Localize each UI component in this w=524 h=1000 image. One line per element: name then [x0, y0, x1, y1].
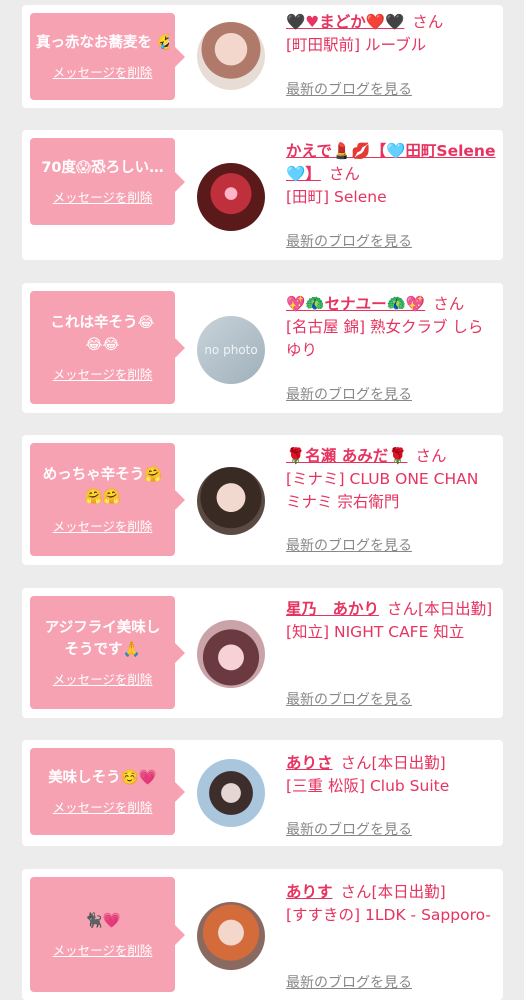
cast-name-link[interactable]: ありす [286, 883, 333, 901]
profile-info: 💖🦚セナユー🦚💖 さん [名古屋 錦] 熟女クラブ しらゆり [286, 293, 498, 362]
latest-blog-link[interactable]: 最新のブログを見る [286, 972, 412, 992]
delete-message-link[interactable]: メッセージを削除 [53, 797, 153, 816]
latest-blog-link[interactable]: 最新のブログを見る [286, 689, 412, 709]
message-bubble: めっちゃ辛そう🤗 🤗🤗 メッセージを削除 [30, 443, 185, 556]
delete-message-link[interactable]: メッセージを削除 [53, 669, 153, 688]
shop-name: [町田駅前] ルーブル [286, 36, 427, 54]
avatar[interactable] [197, 620, 265, 688]
message-card: これは辛そう😂 😂😂 メッセージを削除 no photo 💖🦚セナユー🦚💖 さん … [22, 283, 503, 413]
message-text: 70度😱恐ろしい… [41, 160, 164, 176]
message-card: めっちゃ辛そう🤗 🤗🤗 メッセージを削除 🌹名瀬 あみだ🌹 さん [ミナミ] CL… [22, 435, 503, 565]
avatar[interactable] [197, 467, 265, 535]
message-bubble: 🐈‍⬛💗 メッセージを削除 [30, 877, 185, 992]
profile-info: 🌹名瀬 あみだ🌹 さん [ミナミ] CLUB ONE CHAN ミナミ 宗右衛門 [286, 445, 498, 514]
profile-info: ありす さん[本日出勤] [すすきの] 1LDK - Sapporo- [286, 881, 498, 927]
cast-name-link[interactable]: 星乃 あかり [286, 600, 379, 618]
delete-message-link[interactable]: メッセージを削除 [53, 364, 153, 383]
message-bubble: これは辛そう😂 😂😂 メッセージを削除 [30, 291, 185, 404]
message-bubble: アジフライ美味し そうです🙏 メッセージを削除 [30, 596, 185, 709]
message-bubble: 70度😱恐ろしい… メッセージを削除 [30, 138, 185, 225]
shop-name: [知立] NIGHT CAFE 知立 [286, 623, 465, 641]
cast-name-link[interactable]: ありさ [286, 754, 333, 772]
avatar[interactable] [197, 902, 265, 970]
cast-name-link[interactable]: 💖🦚セナユー🦚💖 [286, 295, 425, 313]
message-bubble: 真っ赤なお蕎麦を 🤣w メッセージを削除 [30, 13, 185, 100]
delete-message-link[interactable]: メッセージを削除 [53, 940, 153, 959]
latest-blog-link[interactable]: 最新のブログを見る [286, 819, 412, 839]
message-text: 美味しそう☺️💗 [48, 770, 157, 786]
profile-info: ありさ さん[本日出勤] [三重 松阪] Club Suite [286, 752, 498, 798]
honorific: さん [415, 447, 447, 465]
latest-blog-link[interactable]: 最新のブログを見る [286, 384, 412, 404]
shop-name: [ミナミ] CLUB ONE CHAN ミナミ 宗右衛門 [286, 470, 479, 511]
shop-name: [すすきの] 1LDK - Sapporo- [286, 906, 491, 924]
message-card: 🐈‍⬛💗 メッセージを削除 ありす さん[本日出勤] [すすきの] 1LDK - … [22, 869, 503, 1000]
avatar[interactable] [197, 759, 265, 827]
message-text: これは辛そう😂 😂😂 [50, 315, 155, 353]
cast-name-link[interactable]: 🖤♥まどか❤️🖤 [286, 13, 404, 31]
message-text: 真っ赤なお蕎麦を 🤣w [36, 35, 169, 51]
avatar[interactable] [197, 163, 265, 231]
profile-info: 星乃 あかり さん[本日出勤] [知立] NIGHT CAFE 知立 [286, 598, 498, 644]
honorific: さん [433, 295, 465, 313]
honorific: さん[本日出勤] [340, 883, 446, 901]
message-text: めっちゃ辛そう🤗 🤗🤗 [42, 467, 163, 505]
avatar[interactable]: no photo [197, 316, 265, 384]
message-card: アジフライ美味し そうです🙏 メッセージを削除 星乃 あかり さん[本日出勤] [… [22, 588, 503, 718]
latest-blog-link[interactable]: 最新のブログを見る [286, 79, 412, 99]
shop-name: [三重 松阪] Club Suite [286, 777, 450, 795]
cast-name-link[interactable]: かえで💄💋【🩵田町Selene🩵】 [286, 142, 495, 183]
message-text: 🐈‍⬛💗 [84, 913, 121, 929]
latest-blog-link[interactable]: 最新のブログを見る [286, 231, 412, 251]
delete-message-link[interactable]: メッセージを削除 [53, 62, 153, 81]
message-card: 70度😱恐ろしい… メッセージを削除 かえで💄💋【🩵田町Selene🩵】 さん [… [22, 130, 503, 260]
honorific: さん [412, 13, 444, 31]
profile-info: 🖤♥まどか❤️🖤 さん [町田駅前] ルーブル [286, 11, 498, 57]
shop-name: [名古屋 錦] 熟女クラブ しらゆり [286, 318, 484, 359]
avatar[interactable] [197, 22, 265, 90]
honorific: さん [328, 165, 360, 183]
shop-name: [田町] Selene [286, 188, 387, 206]
message-card: 美味しそう☺️💗 メッセージを削除 ありさ さん[本日出勤] [三重 松阪] Cl… [22, 740, 503, 846]
honorific: さん[本日出勤] [340, 754, 446, 772]
delete-message-link[interactable]: メッセージを削除 [53, 187, 153, 206]
profile-info: かえで💄💋【🩵田町Selene🩵】 さん [田町] Selene [286, 140, 498, 209]
message-card: 真っ赤なお蕎麦を 🤣w メッセージを削除 🖤♥まどか❤️🖤 さん [町田駅前] ル… [22, 5, 503, 108]
delete-message-link[interactable]: メッセージを削除 [53, 516, 153, 535]
message-text: アジフライ美味し そうです🙏 [44, 620, 161, 658]
cast-name-link[interactable]: 🌹名瀬 あみだ🌹 [286, 447, 408, 465]
no-photo-placeholder: no photo [204, 343, 258, 357]
message-bubble: 美味しそう☺️💗 メッセージを削除 [30, 748, 185, 835]
latest-blog-link[interactable]: 最新のブログを見る [286, 535, 412, 555]
honorific: さん[本日出勤] [387, 600, 493, 618]
